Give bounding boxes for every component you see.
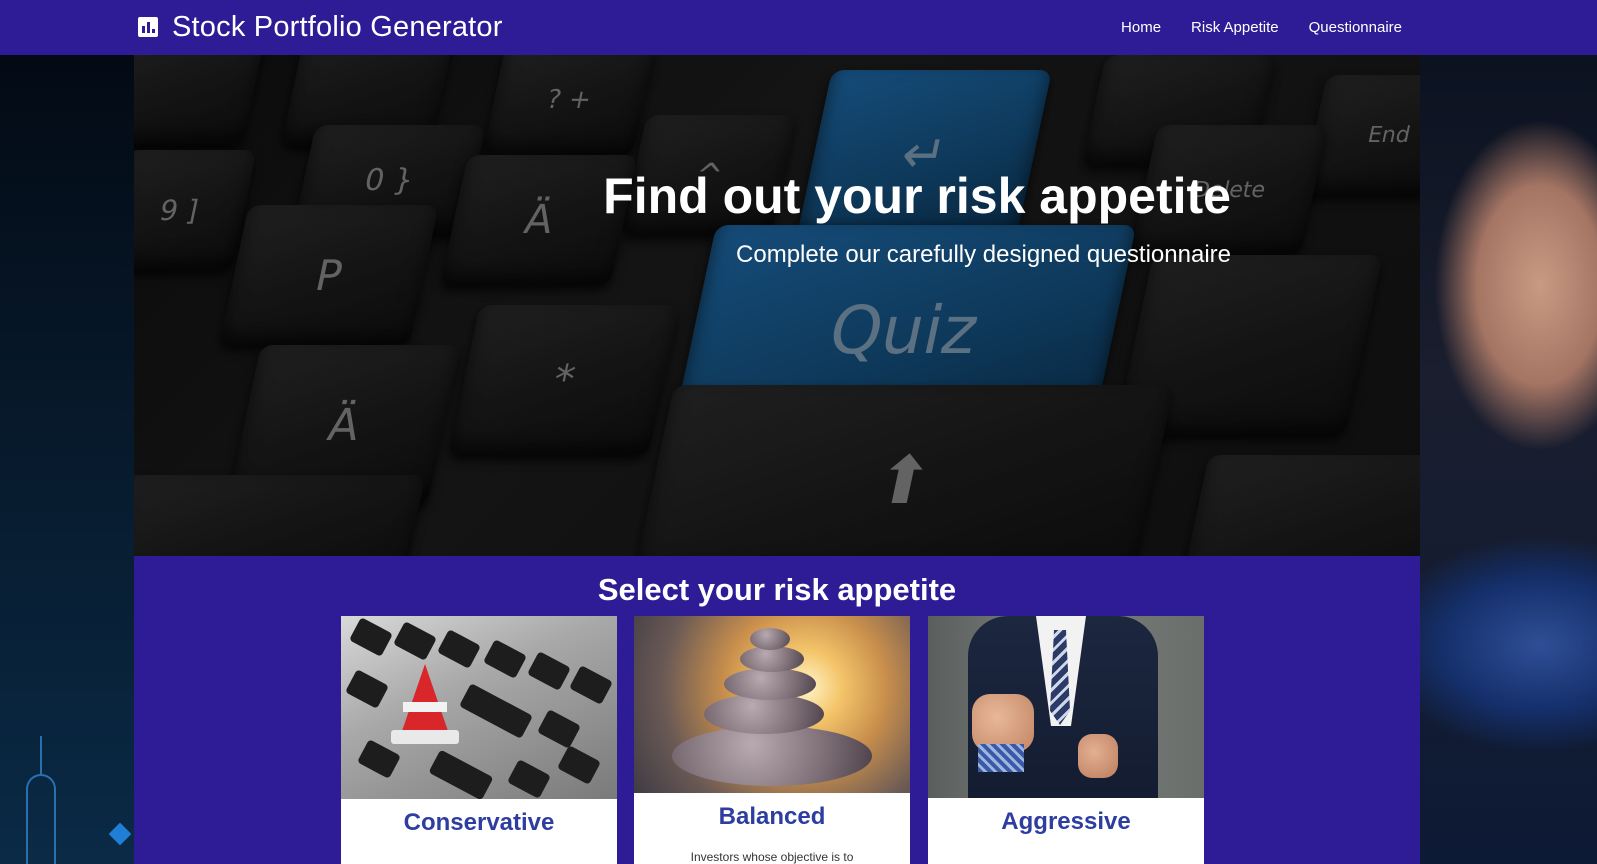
keyboard-key-shape (458, 683, 534, 739)
nav-links: Home Risk Appetite Questionnaire (1121, 0, 1402, 55)
nav-link-risk-appetite[interactable]: Risk Appetite (1191, 19, 1279, 36)
bar-chart-icon (138, 17, 158, 37)
background-right-panel (1420, 55, 1597, 864)
keyboard-key-shape (569, 665, 613, 705)
keyboard-key-shape (527, 651, 571, 691)
keyboard-key-shape (507, 759, 551, 799)
balanced-image (634, 616, 910, 793)
background-tower-spire (40, 736, 42, 776)
caution-cone-icon (401, 664, 449, 734)
background-tower (26, 774, 56, 864)
section-title: Select your risk appetite (597, 572, 957, 607)
keyboard-key-shape (357, 739, 401, 779)
keyboard-key-shape (349, 617, 393, 657)
stone-shape (724, 668, 816, 700)
hero-title: Find out your risk appetite (603, 168, 1231, 224)
stone-shape (704, 694, 824, 734)
hero-subtitle: Complete our carefully designed question… (736, 241, 1231, 268)
cuff-shape (978, 744, 1024, 772)
keyboard-key-shape (428, 749, 494, 799)
card-balanced[interactable]: Balanced Investors whose objective is to (634, 616, 910, 864)
brand-link[interactable]: Stock Portfolio Generator (138, 6, 503, 48)
caution-cone-band (403, 702, 447, 712)
hand-shape (1078, 734, 1118, 778)
card-title-aggressive: Aggressive (1001, 808, 1131, 835)
keyboard-key-shape (393, 621, 437, 661)
keyboard-key-shape (557, 745, 601, 785)
conservative-image (341, 616, 617, 799)
hero-overlay (134, 55, 1420, 556)
nav-link-questionnaire[interactable]: Questionnaire (1309, 19, 1402, 36)
caution-cone-base (391, 730, 459, 744)
stone-shape (750, 628, 790, 650)
keyboard-key-shape (483, 639, 527, 679)
brand-title: Stock Portfolio Generator (172, 10, 503, 43)
background-left-panel (0, 55, 134, 864)
card-conservative[interactable]: Conservative (341, 616, 617, 864)
keyboard-key-shape (437, 629, 481, 669)
aggressive-image (928, 616, 1204, 798)
background-arrow-shape (108, 822, 132, 846)
card-aggressive[interactable]: Aggressive (928, 616, 1204, 864)
keyboard-key-shape (345, 669, 389, 709)
nav-link-home[interactable]: Home (1121, 19, 1161, 36)
navbar: Stock Portfolio Generator Home Risk Appe… (0, 0, 1597, 55)
card-title-conservative: Conservative (403, 809, 555, 836)
card-title-balanced: Balanced (718, 803, 826, 830)
keyboard-key-shape (537, 709, 581, 749)
hero-banner: ? + 0 } 9 ] ^ End Delete P Ä ↵ Quiz * Ä … (134, 55, 1420, 556)
risk-selection-section: Select your risk appetite Conservative B… (134, 556, 1420, 864)
card-text-balanced: Investors whose objective is to (690, 850, 854, 864)
stone-shape (672, 726, 872, 786)
